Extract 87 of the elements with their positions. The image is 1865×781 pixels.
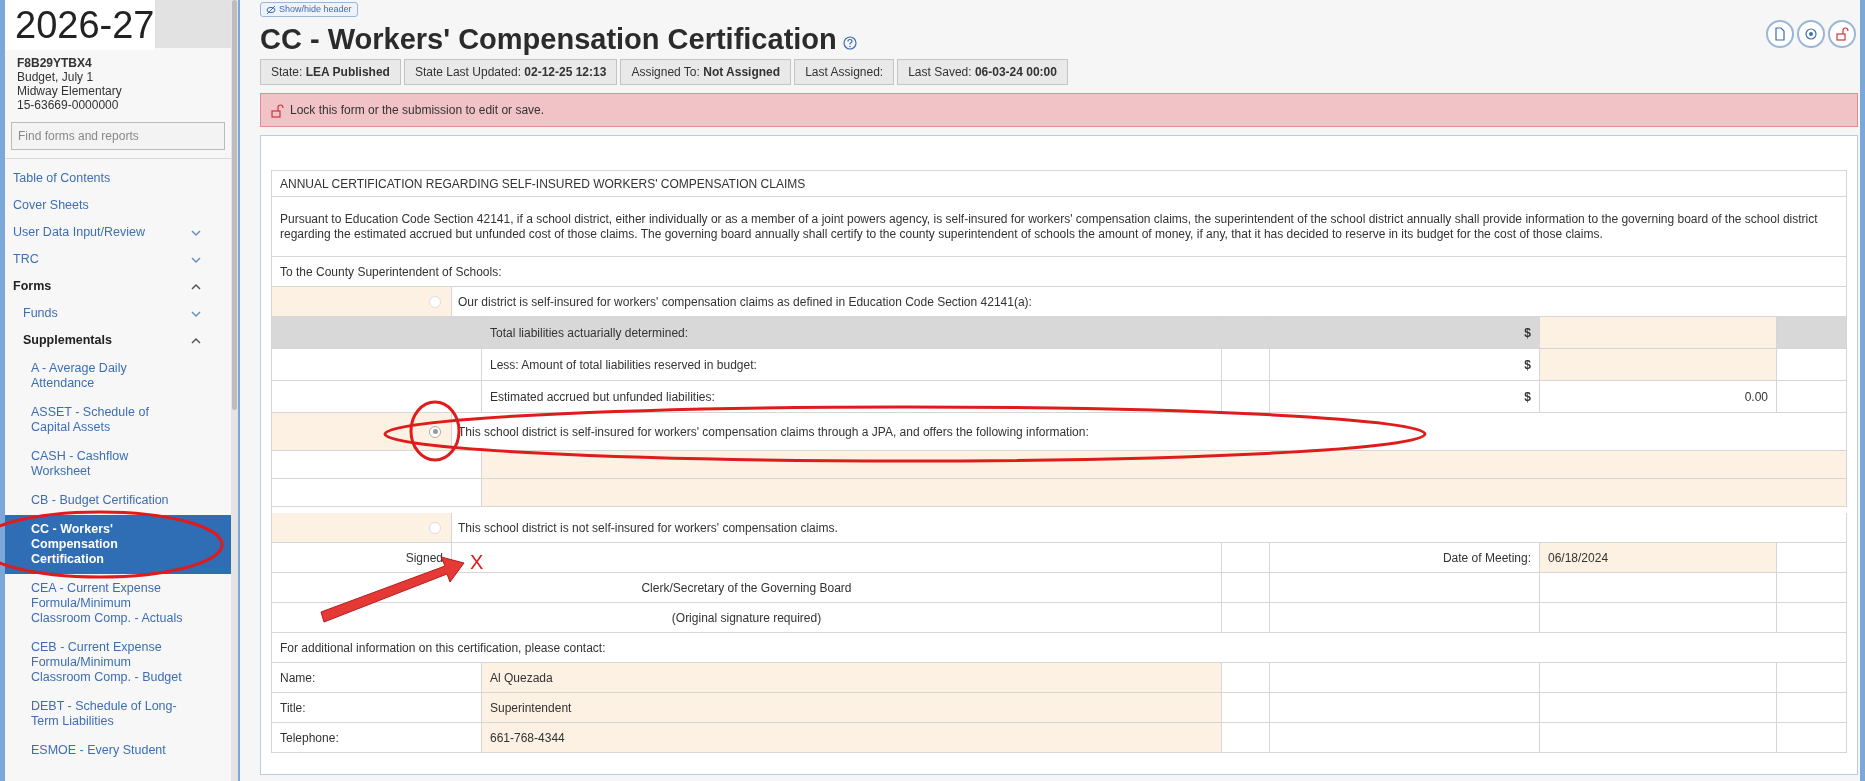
district-detail: Midway Elementary — [17, 84, 123, 98]
nav-label: Forms — [13, 279, 53, 294]
table-cell — [1777, 723, 1847, 753]
nav-item[interactable]: A - Average Daily Attendance — [5, 354, 231, 398]
table-cell — [1777, 349, 1847, 381]
nav-item[interactable]: Table of Contents — [5, 165, 231, 192]
nav-item[interactable]: CEA - Current Expense Formula/Minimum Classroom Comp. - Actuals — [5, 574, 231, 633]
status-chip: State Last Updated: 02-12-25 12:13 — [403, 59, 618, 85]
status-chip: Last Saved: 06-03-24 00:00 — [897, 59, 1068, 85]
input-field[interactable]: 06/18/2024 — [1540, 543, 1777, 573]
table-cell — [1777, 603, 1847, 633]
status-chip: Last Assigned: — [794, 59, 895, 85]
nav-item[interactable]: ESMOE - Every Student — [5, 736, 231, 765]
input-field[interactable] — [482, 451, 1847, 479]
document-icon — [1772, 26, 1788, 42]
table-cell — [1777, 381, 1847, 413]
intro-paragraph: Pursuant to Education Code Section 42141, if a school district, either individually or as a member of a joint powers agency, is self-insured for workers' compensation claims, the superintendent of the school district annually shall provide information to the governing board of the school district regarding the estimated accrued but unfunded cost of those claims. The governing board annually shall certify to the county superintendent of schools the amount of money, if any, that it has decided to reserve in its budget for the cost of those claims. — [272, 197, 1847, 257]
input-field[interactable]: Al Quezada — [482, 663, 1222, 693]
input-field[interactable] — [482, 479, 1847, 507]
chevron-down-icon — [191, 255, 201, 264]
input-field[interactable]: Superintendent — [482, 693, 1222, 723]
section-heading: ANNUAL CERTIFICATION REGARDING SELF-INSURED WORKERS' COMPENSATION CLAIMS — [272, 171, 1847, 197]
nav-item[interactable]: Cover Sheets — [5, 192, 231, 219]
nav-group[interactable]: TRC — [5, 246, 231, 273]
nav-item[interactable]: ASSET - Schedule of Capital Assets — [5, 398, 231, 442]
nav-group[interactable]: Funds — [5, 300, 231, 327]
table-cell — [1222, 723, 1270, 753]
help-icon[interactable] — [842, 36, 857, 50]
banner-text: Lock this form or the submission to edit or save. — [290, 102, 545, 119]
action-button[interactable] — [1828, 20, 1856, 48]
table-cell — [1777, 693, 1847, 723]
table-cell — [1777, 543, 1847, 573]
nav-label: User Data Input/Review — [13, 225, 146, 240]
unlock-icon — [269, 102, 284, 118]
table-cell — [1222, 693, 1270, 723]
district-detail: 15-63669-0000000 — [17, 98, 120, 112]
date-label: Date of Meeting: — [1270, 543, 1540, 573]
unlock-icon — [1834, 26, 1850, 42]
addressee-text: To the County Superintendent of Schools: — [272, 257, 1847, 287]
status-chip: State: LEA Published — [260, 59, 401, 85]
radio-button[interactable] — [429, 425, 441, 438]
currency-sign: $ — [1270, 317, 1540, 349]
badge-icon — [1803, 26, 1819, 42]
line-label: Estimated accrued but unfunded liabilities: — [482, 381, 1222, 413]
currency-sign: $ — [1270, 381, 1540, 413]
chevron-up-icon — [191, 336, 201, 345]
nav-item[interactable]: CB - Budget Certification — [5, 486, 231, 515]
nav-label: TRC — [13, 252, 40, 267]
table-cell — [1777, 573, 1847, 603]
table-cell — [1222, 663, 1270, 693]
input-field[interactable]: 661-768-4344 — [482, 723, 1222, 753]
line-label: Less: Amount of total liabilities reserved in budget: — [482, 349, 1222, 381]
line-label: Total liabilities actuarially determined: — [482, 317, 1222, 349]
nav-group[interactable]: Forms — [5, 273, 231, 300]
table-cell — [1777, 663, 1847, 693]
nav-group[interactable]: User Data Input/Review — [5, 219, 231, 246]
nav-item[interactable]: CASH - Cashflow Worksheet — [5, 442, 231, 486]
action-button[interactable] — [1797, 20, 1825, 48]
table-cell — [1222, 573, 1270, 603]
form-code: F8B29YTBX4 — [17, 56, 93, 70]
chevron-up-icon — [191, 282, 201, 291]
table-cell — [1222, 603, 1270, 633]
chevron-down-icon — [191, 228, 201, 237]
district-detail: Budget, July 1 — [17, 70, 95, 84]
annotation-mark: X — [470, 551, 484, 573]
nav-label: Funds — [23, 306, 59, 321]
input-field[interactable] — [1540, 349, 1777, 381]
nav-item[interactable]: DEBT - Schedule of Long-Term Liabilities — [5, 692, 231, 736]
nav-item[interactable]: CEB - Current Expense Formula/Minimum Classroom Comp. - Budget — [5, 633, 231, 692]
action-button[interactable] — [1766, 20, 1794, 48]
page-title: CC - Workers' Compensation Certification — [260, 22, 837, 56]
search-field[interactable]: Find forms and reports — [11, 122, 225, 150]
nav-group[interactable]: Supplementals — [5, 327, 231, 354]
eye-slash-icon — [266, 4, 276, 15]
show-hide-header-button[interactable]: Show/hide header — [260, 2, 358, 17]
status-chip: Assigned To: Not Assigned — [620, 59, 792, 85]
year-label: 2026-27 — [5, 0, 155, 50]
chevron-down-icon — [191, 309, 201, 318]
table-cell — [1222, 543, 1270, 573]
annotation-circle — [409, 400, 461, 462]
currency-sign: $ — [1270, 349, 1540, 381]
input-field[interactable] — [1540, 317, 1777, 349]
nav-item[interactable]: CC - Workers' Compensation Certification — [5, 515, 231, 574]
table-cell — [1777, 317, 1847, 349]
input-field[interactable]: 0.00 — [1540, 381, 1777, 413]
nav-label: Supplementals — [23, 333, 113, 348]
table-cell — [1222, 349, 1270, 381]
